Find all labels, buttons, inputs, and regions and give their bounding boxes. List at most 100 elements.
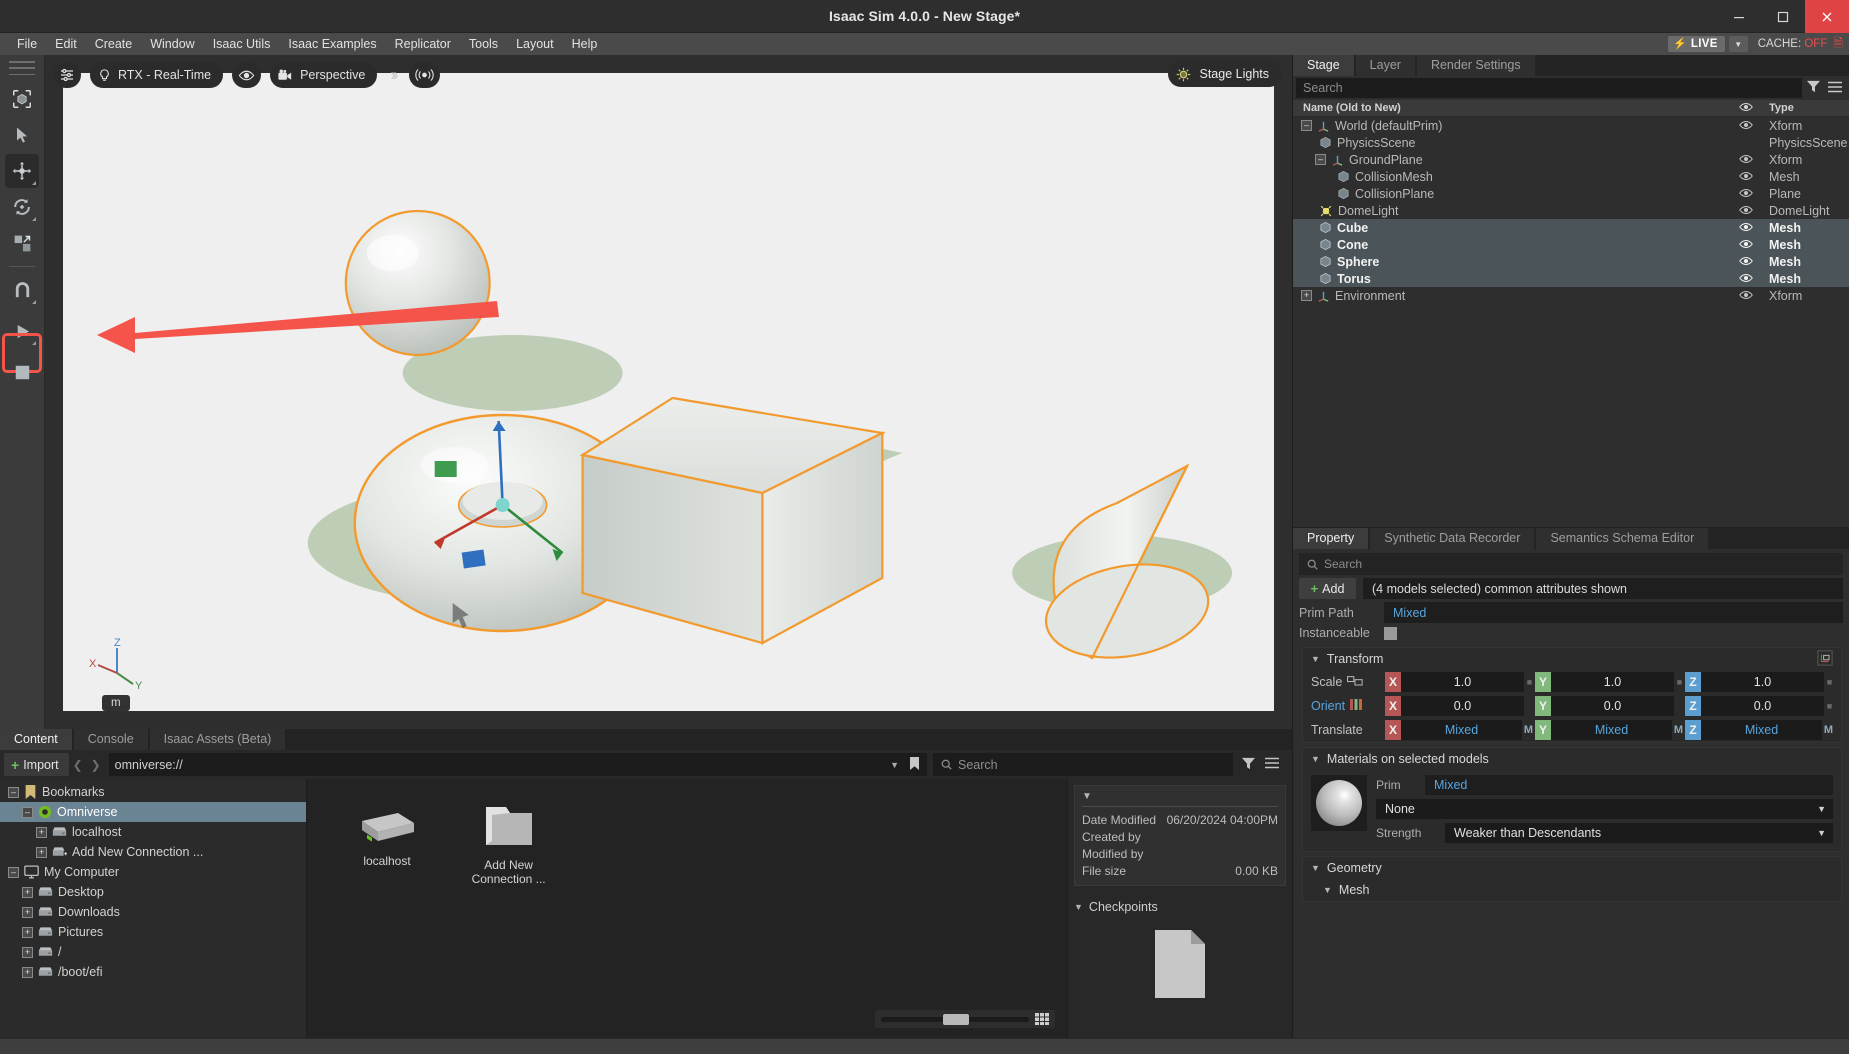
instanceable-checkbox[interactable] (1384, 626, 1397, 640)
audio-icon[interactable] (408, 62, 440, 88)
cursor-icon[interactable] (5, 118, 39, 152)
slider-track[interactable] (881, 1013, 1029, 1025)
scale-z-reset-dot[interactable]: ■ (1824, 677, 1835, 687)
path-bar[interactable]: omniverse:// ▼ (108, 753, 927, 776)
menu-replicator[interactable]: Replicator (386, 33, 460, 55)
visibility-toggle-icon[interactable] (1733, 187, 1759, 201)
orient-y-input[interactable]: 0.0 (1551, 696, 1674, 716)
expander-icon[interactable]: – (1315, 154, 1326, 165)
scale-z-input[interactable]: 1.0 (1701, 672, 1824, 692)
minimize-button[interactable] (1717, 0, 1761, 33)
translate-y-input[interactable]: Mixed (1551, 720, 1672, 740)
menu-tools[interactable]: Tools (460, 33, 507, 55)
tab-isaac-assets[interactable]: Isaac Assets (Beta) (149, 729, 286, 750)
collapse-triangle-icon[interactable]: ▼ (1082, 791, 1278, 802)
visibility-toggle-icon[interactable] (1733, 204, 1759, 218)
stage-row-torus[interactable]: Torus Mesh (1293, 270, 1849, 287)
orient-x-input[interactable]: 0.0 (1401, 696, 1524, 716)
camera-selector[interactable]: Perspective (270, 62, 378, 88)
live-dropdown-button[interactable]: ▼ (1728, 36, 1748, 52)
translate-x-input[interactable]: Mixed (1401, 720, 1522, 740)
stage-row-world[interactable]: – World (defaultPrim) Xform (1293, 117, 1849, 134)
stage-row-collisionmesh[interactable]: CollisionMesh Mesh (1293, 168, 1849, 185)
visibility-toggle-icon[interactable] (1733, 289, 1759, 303)
material-dropdown[interactable]: None ▼ (1376, 799, 1833, 819)
stage-row-environment[interactable]: + Environment Xform (1293, 287, 1849, 304)
orient-z-reset-dot[interactable]: ■ (1824, 701, 1835, 711)
slider-knob[interactable] (943, 1013, 969, 1025)
strength-dropdown[interactable]: Weaker than Descendants ▼ (1445, 823, 1833, 843)
translate-z-input[interactable]: Mixed (1701, 720, 1822, 740)
lock-ratio-icon[interactable] (1347, 675, 1363, 689)
stage-lights-button[interactable]: Stage Lights (1167, 61, 1282, 87)
menu-edit[interactable]: Edit (46, 33, 86, 55)
stage-tree[interactable]: – World (defaultPrim) Xform PhysicsScene… (1293, 117, 1849, 527)
content-tree-item[interactable]: + Pictures (0, 922, 306, 942)
visibility-toggle-icon[interactable] (1733, 272, 1759, 286)
expander-icon[interactable]: + (22, 966, 33, 978)
expander-icon[interactable]: – (8, 786, 19, 798)
move-tool-icon[interactable] (5, 154, 39, 188)
mesh-subsection-header[interactable]: ▼ Mesh (1303, 879, 1841, 901)
nav-forward-button[interactable]: ❯ (87, 758, 105, 772)
tab-semantics-schema-editor[interactable]: Semantics Schema Editor (1536, 528, 1709, 549)
menu-file[interactable]: File (8, 33, 46, 55)
thumbnail-size-slider[interactable] (875, 1010, 1055, 1028)
visibility-toggle-icon[interactable] (1733, 238, 1759, 252)
content-tree-item[interactable]: – My Computer (0, 862, 306, 882)
toolbar-drag-handle[interactable] (9, 61, 35, 75)
expander-icon[interactable]: + (22, 926, 33, 938)
content-tree-item[interactable]: – Omniverse (0, 802, 306, 822)
geometry-header[interactable]: ▼ Geometry (1303, 857, 1841, 879)
hamburger-icon[interactable] (1265, 757, 1279, 772)
viewport[interactable]: RTX - Real-Time Perspective ›› Stage Lig… (45, 55, 1292, 729)
menu-create[interactable]: Create (86, 33, 142, 55)
visibility-toggle-icon[interactable] (1733, 221, 1759, 235)
select-mode-icon[interactable] (5, 82, 39, 116)
snap-magnet-icon[interactable] (5, 273, 39, 307)
content-search-input[interactable]: Search (933, 753, 1233, 776)
expander-icon[interactable]: – (8, 866, 19, 878)
scale-x-input[interactable]: 1.0 (1401, 672, 1524, 692)
maximize-button[interactable] (1761, 0, 1805, 33)
visibility-toggle-icon[interactable] (1733, 255, 1759, 269)
scale-tool-icon[interactable] (5, 226, 39, 260)
content-tree-item[interactable]: + / (0, 942, 306, 962)
stage-row-collisionplane[interactable]: CollisionPlane Plane (1293, 185, 1849, 202)
expander-icon[interactable]: – (22, 806, 33, 818)
viewport-canvas[interactable] (63, 73, 1274, 711)
expander-icon[interactable]: + (22, 906, 33, 918)
tab-content[interactable]: Content (0, 729, 72, 750)
material-preview-thumbnail[interactable] (1311, 775, 1367, 831)
asset-grid[interactable]: localhost Add New Connection ... (307, 779, 1067, 1038)
import-button[interactable]: + Import (4, 753, 69, 776)
content-tree-item[interactable]: + localhost (0, 822, 306, 842)
content-tree-item[interactable]: – Bookmarks (0, 782, 306, 802)
orient-z-input[interactable]: 0.0 (1701, 696, 1824, 716)
column-type-label[interactable]: Type (1759, 102, 1849, 114)
tab-stage[interactable]: Stage (1293, 55, 1354, 76)
filter-icon[interactable] (1802, 80, 1824, 96)
grid-view-icon[interactable] (1035, 1013, 1049, 1025)
expander-icon[interactable]: + (22, 886, 33, 898)
stage-search-input[interactable]: Search (1296, 78, 1802, 98)
menu-help[interactable]: Help (563, 33, 607, 55)
content-tree-item[interactable]: + Downloads (0, 902, 306, 922)
property-search-input[interactable]: Search (1299, 553, 1843, 575)
scale-x-reset-dot[interactable]: ■ (1524, 677, 1535, 687)
rotate-tool-icon[interactable] (5, 190, 39, 224)
tab-layer[interactable]: Layer (1355, 55, 1415, 76)
prim-path-value[interactable]: Mixed (1384, 602, 1843, 623)
stage-row-sphere[interactable]: Sphere Mesh (1293, 253, 1849, 270)
add-attribute-button[interactable]: + Add (1299, 578, 1356, 599)
scale-y-reset-dot[interactable]: ■ (1674, 677, 1685, 687)
asset-item[interactable]: Add New Connection ... (461, 801, 557, 886)
content-tree-item[interactable]: + /boot/efi (0, 962, 306, 982)
scale-y-input[interactable]: 1.0 (1551, 672, 1674, 692)
orient-bars-icon[interactable] (1350, 699, 1363, 713)
transform-header[interactable]: ▼ Transform (1303, 648, 1841, 670)
cache-document-icon[interactable]: 🗎 (1833, 34, 1843, 55)
tab-synthetic-data-recorder[interactable]: Synthetic Data Recorder (1370, 528, 1535, 549)
menu-window[interactable]: Window (141, 33, 203, 55)
stage-row-cube[interactable]: Cube Mesh (1293, 219, 1849, 236)
